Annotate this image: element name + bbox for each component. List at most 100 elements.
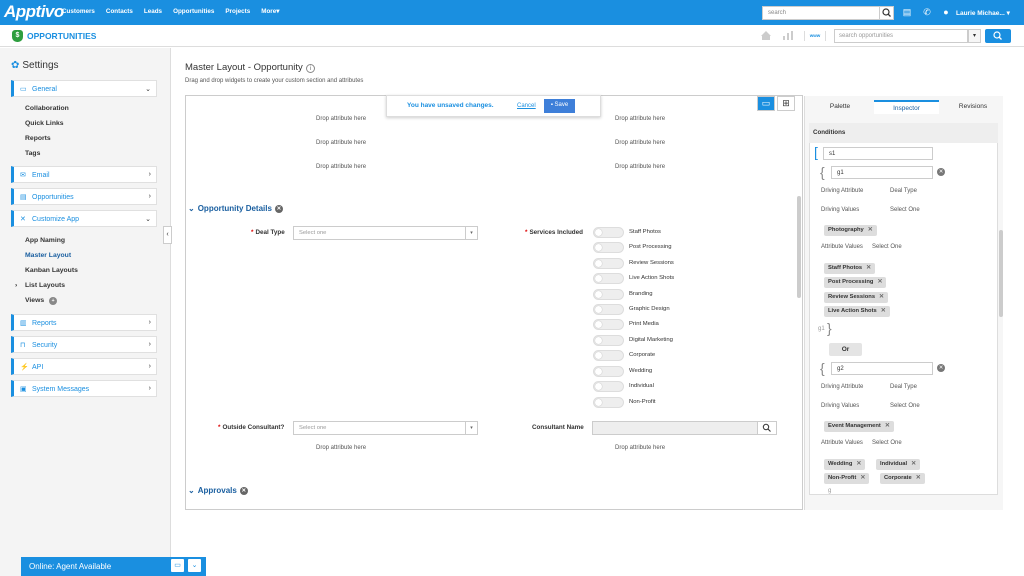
close-icon[interactable]: ✕	[885, 423, 890, 429]
add-icon[interactable]: +	[49, 297, 58, 305]
apptivo-logo[interactable]: Apptivo	[4, 2, 64, 22]
calendar-icon[interactable]: ▤	[902, 7, 912, 17]
sidebar-group-security[interactable]: ⊓ Security ›	[11, 336, 157, 353]
chip-review-sessions[interactable]: Review Sessions ✕	[824, 292, 888, 303]
attribute-values-select[interactable]: Select One	[872, 244, 902, 250]
condition-set-name-input[interactable]: s1	[823, 147, 933, 160]
search-dropdown-toggle[interactable]: ▾	[968, 29, 981, 43]
deal-type-select[interactable]: Select one ▾	[293, 226, 478, 240]
outside-consultant-select[interactable]: Select one ▾	[293, 421, 478, 435]
inspector-scrollbar[interactable]	[999, 230, 1003, 317]
remove-group-icon[interactable]: ✕	[937, 364, 945, 372]
chip-non-profit[interactable]: Non-Profit ✕	[824, 473, 870, 484]
sidebar-group-opportunities[interactable]: ▤ Opportunities ›	[11, 188, 157, 205]
cancel-link[interactable]: Cancel	[517, 103, 536, 109]
notifications-icon[interactable]: ✆	[922, 7, 932, 17]
save-button[interactable]: ▪ Save	[544, 99, 575, 113]
group-g2-name-input[interactable]: g2	[831, 362, 933, 375]
remove-section-icon[interactable]: ✕	[274, 204, 283, 213]
group-g1-name-input[interactable]: g1	[831, 166, 933, 179]
chip-photography[interactable]: Photography ✕	[824, 225, 877, 236]
close-icon[interactable]: ✕	[881, 308, 886, 314]
drop-zone[interactable]: Drop attribute here	[615, 140, 665, 146]
global-search-button[interactable]	[879, 6, 894, 20]
consultant-search-button[interactable]	[757, 421, 777, 435]
toggle-wedding[interactable]	[593, 366, 624, 377]
info-icon[interactable]: i	[305, 64, 315, 73]
sidebar-item-tags[interactable]: Tags	[25, 150, 40, 157]
or-button[interactable]: Or	[829, 343, 862, 356]
toggle-post-processing[interactable]	[593, 242, 624, 253]
close-icon[interactable]: ✕	[879, 294, 884, 300]
opportunity-search-input[interactable]: search opportunities	[834, 29, 968, 43]
section-opportunity-details[interactable]: ⌄ Opportunity Details ✕	[188, 204, 283, 213]
opportunity-search-button[interactable]	[985, 29, 1011, 43]
sidebar-group-system-messages[interactable]: ▣ System Messages ›	[11, 380, 157, 397]
toggle-review-sessions[interactable]	[593, 258, 624, 269]
sidebar-item-kanban-layouts[interactable]: Kanban Layouts	[25, 267, 78, 274]
driving-values-select[interactable]: Select One	[890, 207, 920, 213]
close-icon[interactable]: ✕	[868, 227, 873, 233]
nav-more[interactable]: More▾	[261, 8, 279, 15]
close-icon[interactable]: ✕	[856, 461, 861, 467]
web-icon[interactable]: www	[804, 31, 826, 41]
sidebar-item-master-layout[interactable]: Master Layout	[25, 252, 71, 259]
nav-leads[interactable]: Leads	[144, 8, 162, 15]
canvas-scrollbar[interactable]	[797, 196, 801, 298]
sidebar-item-app-naming[interactable]: App Naming	[25, 237, 65, 244]
hierarchy-view-icon[interactable]: ⊞	[777, 96, 795, 111]
drop-zone[interactable]: Drop attribute here	[316, 164, 366, 170]
drop-zone[interactable]: Drop attribute here	[316, 445, 366, 451]
toggle-graphic-design[interactable]	[593, 304, 624, 315]
remove-section-icon[interactable]: ✕	[239, 486, 248, 495]
sidebar-item-quick-links[interactable]: Quick Links	[25, 120, 64, 127]
close-icon[interactable]: ✕	[866, 265, 871, 271]
chip-live-action-shots[interactable]: Live Action Shots ✕	[824, 306, 890, 317]
section-approvals[interactable]: ⌄ Approvals ✕	[188, 486, 248, 495]
user-menu[interactable]: Laurie Michae... ▾	[956, 9, 1010, 17]
sidebar-group-email[interactable]: ✉ Email ›	[11, 166, 157, 183]
toggle-live-action-shots[interactable]	[593, 273, 624, 284]
drop-zone[interactable]: Drop attribute here	[615, 445, 665, 451]
avatar-icon[interactable]: ●	[941, 7, 951, 17]
tab-revisions[interactable]: Revisions	[942, 100, 1004, 114]
close-icon[interactable]: ✕	[860, 475, 865, 481]
chat-widget[interactable]: Online: Agent Available ▭ ⌄	[21, 557, 206, 576]
close-icon[interactable]: ✕	[916, 475, 921, 481]
toggle-corporate[interactable]	[593, 350, 624, 361]
chip-corporate[interactable]: Corporate ✕	[880, 473, 925, 484]
toggle-branding[interactable]	[593, 289, 624, 300]
sidebar-item-views[interactable]: Views +	[25, 297, 58, 305]
sidebar-group-reports[interactable]: ▥ Reports ›	[11, 314, 157, 331]
drop-zone[interactable]: Drop attribute here	[615, 164, 665, 170]
drop-zone[interactable]: Drop attribute here	[316, 140, 366, 146]
app-title[interactable]: OPPORTUNITIES	[27, 31, 96, 41]
sidebar-group-general[interactable]: ▭ General ⌄	[11, 80, 157, 97]
sidebar-collapse-button[interactable]: ‹	[163, 226, 172, 244]
driving-attribute-value[interactable]: Deal Type	[890, 188, 917, 194]
sidebar-group-api[interactable]: ⚡ API ›	[11, 358, 157, 375]
consultant-name-input[interactable]	[592, 421, 758, 435]
tab-palette[interactable]: Palette	[809, 100, 871, 114]
layout-canvas[interactable]	[185, 95, 803, 510]
desktop-view-icon[interactable]: ▭	[757, 96, 775, 111]
sidebar-group-customize-app[interactable]: ✕ Customize App ⌄	[11, 210, 157, 227]
chat-message-icon[interactable]: ▭	[171, 559, 184, 572]
toggle-staff-photos[interactable]	[593, 227, 624, 238]
chevron-down-icon[interactable]: ⌄	[188, 559, 201, 572]
driving-attribute-value[interactable]: Deal Type	[890, 384, 917, 390]
attribute-values-select[interactable]: Select One	[872, 440, 902, 446]
chip-individual[interactable]: Individual ✕	[876, 459, 920, 470]
global-search-input[interactable]: search	[762, 6, 880, 20]
tab-inspector[interactable]: Inspector	[874, 100, 939, 114]
toggle-non-profit[interactable]	[593, 397, 624, 408]
bar-chart-icon[interactable]	[782, 30, 794, 41]
nav-contacts[interactable]: Contacts	[106, 8, 133, 15]
toggle-individual[interactable]	[593, 381, 624, 392]
close-icon[interactable]: ✕	[877, 279, 882, 285]
chip-wedding[interactable]: Wedding ✕	[824, 459, 866, 470]
toggle-digital-marketing[interactable]	[593, 335, 624, 346]
home-icon[interactable]	[760, 30, 772, 41]
sidebar-item-list-layouts[interactable]: › List Layouts	[15, 282, 65, 289]
nav-opportunities[interactable]: Opportunities	[173, 8, 214, 15]
